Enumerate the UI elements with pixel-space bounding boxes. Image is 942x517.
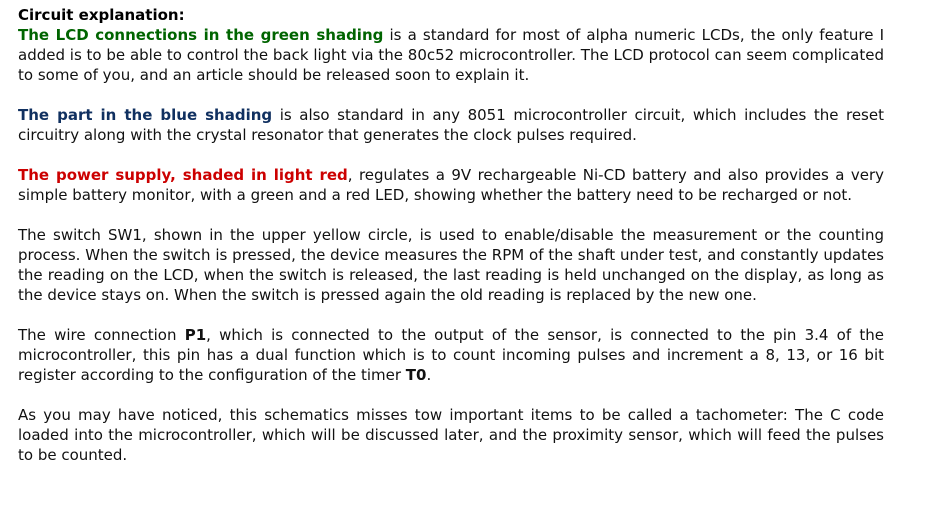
blue-highlight: The part in the blue shading [18, 106, 273, 124]
wire-bold-t0: T0 [405, 366, 427, 384]
power-highlight: The power supply, shaded in light red [18, 166, 348, 184]
paragraph-blue: The part in the blue shading is also sta… [18, 105, 884, 145]
article-body: Circuit explanation: The LCD connections… [18, 5, 884, 485]
wire-bold-p1: P1 [184, 326, 207, 344]
wire-text-1: The wire connection [18, 326, 185, 344]
paragraph-lcd: The LCD connections in the green shading… [18, 25, 884, 85]
wire-text-3: . [426, 366, 432, 384]
section-heading: Circuit explanation: [18, 6, 185, 24]
lcd-highlight: The LCD connections in the green shading [18, 26, 384, 44]
paragraph-switch: The switch SW1, shown in the upper yello… [18, 226, 884, 304]
paragraph-wire: The wire connection P1, which is connect… [18, 325, 884, 385]
paragraph-notice: As you may have noticed, this schematics… [18, 406, 884, 464]
paragraph-power: The power supply, shaded in light red, r… [18, 165, 884, 205]
